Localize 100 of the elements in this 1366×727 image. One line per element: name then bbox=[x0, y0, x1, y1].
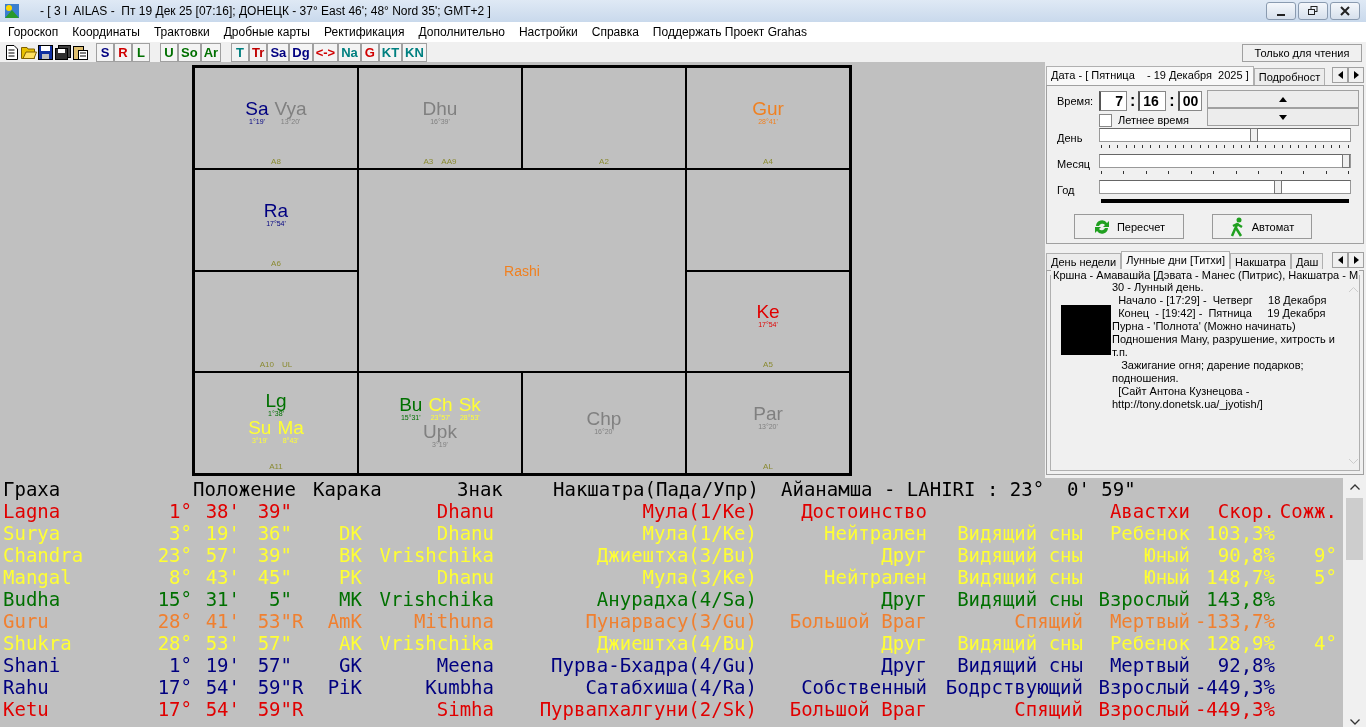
avastha: Видящий сны bbox=[957, 588, 1083, 610]
avastha: Видящий сны bbox=[957, 522, 1083, 544]
toolbar-button[interactable]: Dg bbox=[289, 42, 313, 62]
planet-name: Budha bbox=[3, 588, 61, 610]
down-chevron-icon bbox=[1349, 719, 1360, 725]
planet-name: Ketu bbox=[3, 698, 49, 720]
slider[interactable] bbox=[1099, 154, 1351, 168]
restore-button[interactable] bbox=[1298, 2, 1328, 20]
toolbar-button[interactable]: KT bbox=[378, 42, 403, 62]
action-button[interactable]: Автомат bbox=[1212, 214, 1312, 239]
slider-thumb[interactable] bbox=[1250, 128, 1259, 142]
window-title: - [ 3 I AILAS - Пт 19 Дек 25 [07:16]; ДОНЕЦК - 37° East 46'; 48° Nord 35'; GMT+2 ] bbox=[40, 4, 491, 18]
arudha-label: A3 bbox=[423, 156, 434, 166]
nakshatra: Пурвапхалгуни(2/Sk) bbox=[539, 698, 757, 720]
planet-name: Guru bbox=[3, 610, 49, 632]
slider-thumb[interactable] bbox=[1342, 154, 1350, 168]
combustion: 4° bbox=[1314, 632, 1337, 654]
scroll-left-button[interactable] bbox=[1332, 67, 1348, 83]
toolbar-button[interactable]: T bbox=[231, 42, 250, 62]
restore-icon bbox=[1308, 6, 1318, 16]
nakshatra: Мула(1/Ke) bbox=[642, 522, 757, 544]
dignity: Собственный bbox=[801, 676, 927, 698]
seconds: 57" bbox=[257, 654, 292, 676]
minimize-button[interactable] bbox=[1266, 2, 1296, 20]
tab[interactable]: Подробност bbox=[1253, 68, 1326, 85]
tab[interactable]: Дата - [ Пятница - 19 Декабря 2025 ] bbox=[1046, 66, 1254, 85]
app-icon bbox=[4, 3, 20, 19]
scroll-right-button[interactable] bbox=[1348, 67, 1364, 83]
second-field[interactable]: 00 bbox=[1177, 91, 1202, 111]
toolbar-button[interactable]: L bbox=[132, 42, 150, 62]
seconds: 57" bbox=[257, 632, 292, 654]
scrollbar[interactable] bbox=[1343, 478, 1366, 727]
planet-label: Ke bbox=[756, 302, 780, 322]
degrees: 17° bbox=[157, 698, 192, 720]
toolbar-button[interactable]: Tr bbox=[249, 42, 268, 62]
save-all-button[interactable] bbox=[54, 43, 71, 61]
minutes: 19' bbox=[205, 654, 240, 676]
planet-label: Ch bbox=[428, 395, 453, 415]
combustion: 5° bbox=[1314, 566, 1337, 588]
arudha-label: A11 bbox=[269, 462, 283, 471]
toolbar-button[interactable]: KN bbox=[402, 42, 427, 62]
close-button[interactable] bbox=[1330, 2, 1360, 20]
degrees: 15° bbox=[157, 588, 192, 610]
clipboard-button[interactable] bbox=[71, 43, 88, 61]
new-file-button[interactable] bbox=[3, 43, 20, 61]
minutes: 54' bbox=[205, 676, 240, 698]
scroll-left-button[interactable] bbox=[1332, 252, 1348, 268]
minute-field[interactable]: 16 bbox=[1138, 91, 1167, 111]
menu-item[interactable]: Дробные карты bbox=[216, 25, 317, 39]
toolbar-button[interactable]: S bbox=[96, 42, 114, 62]
toolbar-button[interactable]: So bbox=[178, 42, 201, 62]
toolbar-button[interactable]: Sa bbox=[267, 42, 290, 62]
right-triangle-icon bbox=[1353, 71, 1359, 79]
time-separator: : bbox=[1168, 92, 1176, 110]
sign: Vrishchika bbox=[379, 588, 494, 610]
scrollbar-thumb[interactable] bbox=[1346, 498, 1363, 560]
scroll-right-button[interactable] bbox=[1348, 252, 1364, 268]
dignity: Большой Враг bbox=[789, 698, 927, 720]
menu-item[interactable]: Ректификация bbox=[317, 25, 412, 39]
slider-thumb[interactable] bbox=[1274, 180, 1283, 194]
planet-name: Shani bbox=[3, 654, 61, 676]
toolbar-button[interactable]: <-> bbox=[312, 42, 339, 62]
read-only-button[interactable]: Только для чтения bbox=[1242, 44, 1362, 62]
column-header: Знак bbox=[457, 478, 504, 500]
menu-item[interactable]: Справка bbox=[584, 25, 646, 39]
checkbox[interactable] bbox=[1099, 113, 1112, 127]
menu-item[interactable]: Трактовки bbox=[146, 25, 217, 39]
save-button[interactable] bbox=[37, 43, 54, 61]
toolbar-button[interactable]: U bbox=[160, 42, 178, 62]
retrograde-mark: R bbox=[292, 610, 304, 632]
slider[interactable] bbox=[1099, 180, 1351, 194]
planet-name: Lagna bbox=[3, 500, 61, 522]
sign: Kumbha bbox=[425, 676, 494, 698]
speed: 92,8% bbox=[1217, 654, 1275, 676]
nakshatra: Пунарвасу(3/Gu) bbox=[585, 610, 757, 632]
slider[interactable] bbox=[1099, 128, 1351, 142]
seconds: 5" bbox=[269, 588, 292, 610]
toolbar-button[interactable]: R bbox=[114, 42, 132, 62]
dignity: Достоинство bbox=[801, 500, 927, 522]
menu-item[interactable]: Поддержать Проект Grahas bbox=[645, 25, 814, 39]
toolbar-button[interactable]: Na bbox=[338, 42, 361, 62]
speed: 90,8% bbox=[1217, 544, 1275, 566]
seconds: 59" bbox=[257, 676, 292, 698]
arudha-label: A2 bbox=[599, 156, 609, 166]
sign: Vrishchika bbox=[379, 544, 494, 566]
toolbar-button[interactable]: Ar bbox=[200, 42, 222, 62]
dignity: Большой Враг bbox=[789, 610, 927, 632]
sign: Mithuna bbox=[413, 610, 494, 632]
planet-label: Upk bbox=[423, 422, 457, 442]
slider-label: Месяц bbox=[1057, 157, 1092, 172]
speed: 103,3% bbox=[1206, 522, 1275, 544]
menu-item[interactable]: Координаты bbox=[65, 25, 147, 39]
menu-item[interactable]: Настройки bbox=[511, 25, 585, 39]
menu-item[interactable]: Дополнительно bbox=[411, 25, 512, 39]
planet-label: Bu bbox=[399, 395, 423, 415]
planet-name: Shukra bbox=[3, 632, 72, 654]
menu-item[interactable]: Гороскоп bbox=[1, 25, 66, 39]
left-triangle-icon bbox=[1337, 256, 1343, 264]
hour-field[interactable]: 7 bbox=[1099, 91, 1127, 111]
action-button[interactable]: Пересчет bbox=[1074, 214, 1184, 239]
